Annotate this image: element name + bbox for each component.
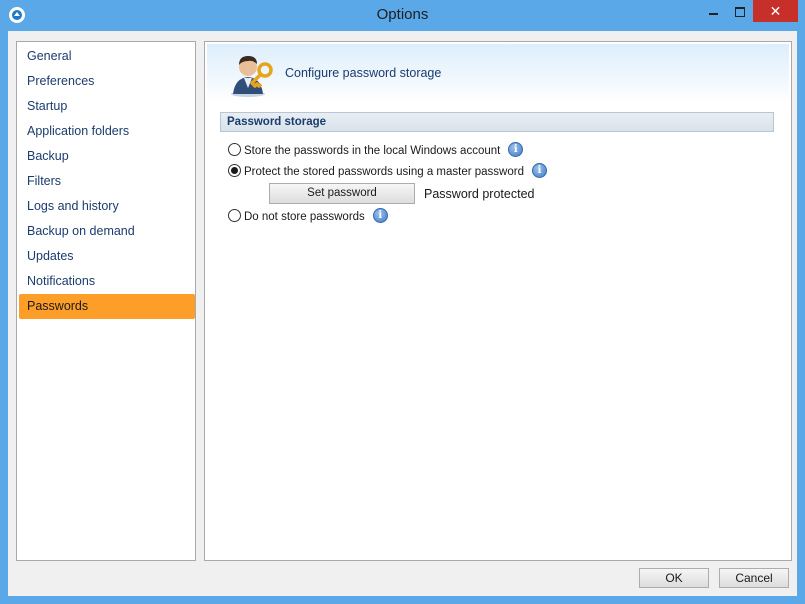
radio-do-not-store[interactable] [228,209,241,223]
dialog-client-area: General Preferences Startup Application … [8,31,797,596]
close-icon: ✕ [769,3,782,19]
sidebar-item-preferences[interactable]: Preferences [19,69,195,94]
option-store-local-account[interactable]: Store the passwords in the local Windows… [228,142,524,161]
option-do-not-store-label[interactable]: Do not store passwords [244,211,365,223]
sidebar-item-updates[interactable]: Updates [19,244,195,269]
option-store-local-account-label[interactable]: Store the passwords in the local Windows… [244,145,500,157]
sidebar-item-startup[interactable]: Startup [19,94,195,119]
info-icon[interactable]: i [372,208,388,224]
options-sidebar: General Preferences Startup Application … [16,41,196,561]
sidebar-item-general[interactable]: General [19,44,195,69]
cancel-button[interactable]: Cancel [719,568,789,588]
radio-master-password[interactable] [228,164,241,178]
ok-button[interactable]: OK [639,568,709,588]
password-status-text: Password protected [424,187,535,201]
option-master-password-label[interactable]: Protect the stored passwords using a mas… [244,166,524,178]
sidebar-item-backup-on-demand[interactable]: Backup on demand [19,219,195,244]
options-window: Options ✕ General Preferences Startup Ap… [0,0,805,604]
password-storage-group-title: Password storage [220,112,774,132]
sidebar-item-logs-and-history[interactable]: Logs and history [19,194,195,219]
set-password-button[interactable]: Set password [269,183,415,204]
panel-header: Configure password storage [207,44,789,102]
option-do-not-store[interactable]: Do not store passwords i [228,208,388,227]
sidebar-item-application-folders[interactable]: Application folders [19,119,195,144]
window-title: Options [376,6,429,23]
radio-store-local-account[interactable] [228,143,241,157]
option-master-password[interactable]: Protect the stored passwords using a mas… [228,163,547,182]
titlebar[interactable]: Options ✕ [0,0,805,31]
maximize-icon [735,6,745,17]
maximize-button[interactable] [727,0,753,22]
info-icon[interactable]: i [508,142,524,158]
sidebar-item-notifications[interactable]: Notifications [19,269,195,294]
sidebar-item-backup[interactable]: Backup [19,144,195,169]
minimize-icon [708,12,718,15]
passwords-panel: Configure password storage Password stor… [204,41,792,561]
info-icon[interactable]: i [531,163,547,179]
user-key-icon [231,56,273,97]
close-button[interactable]: ✕ [753,0,798,22]
minimize-button[interactable] [700,0,726,22]
sidebar-item-passwords[interactable]: Passwords [19,294,195,319]
sidebar-item-filters[interactable]: Filters [19,169,195,194]
panel-header-title: Configure password storage [285,66,442,80]
